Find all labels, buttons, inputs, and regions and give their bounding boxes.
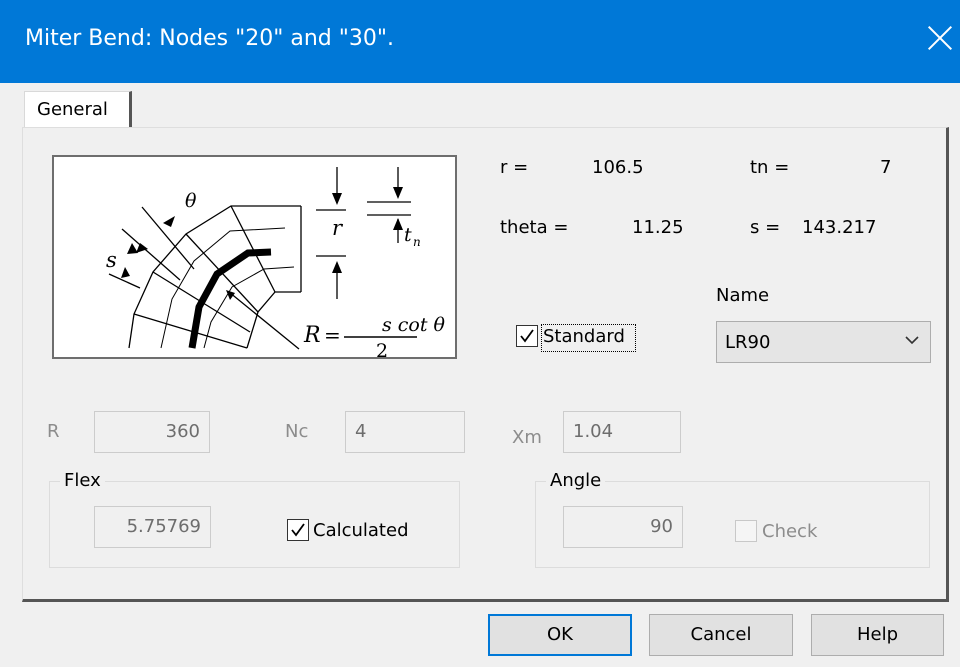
angle-field[interactable]: 90 [563, 506, 683, 548]
window-title: Miter Bend: Nodes "20" and "30". [25, 26, 394, 51]
calculated-label[interactable]: Calculated [313, 520, 409, 541]
name-select[interactable]: LR90 [716, 321, 931, 363]
check-icon [291, 523, 305, 537]
Nc-field-label: Nc [285, 421, 309, 442]
flex-group-label: Flex [60, 470, 105, 491]
formula-numerator: s cot θ [382, 314, 446, 336]
check-checkbox[interactable] [735, 520, 757, 542]
theta-readout-value: 11.25 [632, 217, 684, 238]
flex-field[interactable]: 5.75769 [94, 506, 211, 548]
close-icon[interactable] [924, 22, 956, 54]
formula-denominator: 2 [376, 340, 388, 357]
calculated-checkbox[interactable] [287, 519, 309, 541]
r-label: r [332, 216, 344, 240]
miter-bend-figure: θ r t n s R s cot θ = 2 [106, 167, 446, 357]
cancel-button[interactable]: Cancel [649, 614, 793, 656]
tn-readout-value: 7 [880, 157, 892, 178]
theta-readout-label: theta = [500, 217, 569, 238]
tn-label: t [404, 224, 412, 246]
angle-group-label: Angle [546, 470, 606, 491]
R-field-label: R [47, 421, 60, 442]
check-icon [520, 329, 534, 343]
r-readout-value: 106.5 [592, 157, 644, 178]
ok-button[interactable]: OK [488, 614, 632, 656]
tab-general-label: General [37, 99, 108, 120]
title-bar: Miter Bend: Nodes "20" and "30". [0, 0, 960, 83]
check-label[interactable]: Check [762, 521, 817, 542]
standard-label[interactable]: Standard [543, 326, 625, 347]
s-readout-label: s = [750, 217, 781, 238]
R-label: R [303, 323, 321, 348]
help-button[interactable]: Help [811, 614, 944, 656]
tab-general[interactable]: General [24, 91, 132, 128]
R-field[interactable]: 360 [94, 411, 210, 453]
miter-bend-diagram: θ r t n s R s cot θ = 2 [52, 155, 457, 359]
Xm-field-label: Xm [512, 427, 542, 448]
theta-label: θ [185, 190, 197, 212]
tn-subscript: n [413, 235, 421, 249]
Nc-field[interactable]: 4 [345, 411, 465, 453]
Xm-field[interactable]: 1.04 [563, 411, 681, 453]
s-label: s [106, 248, 117, 272]
chevron-down-icon [905, 336, 919, 345]
tn-readout-label: tn = [750, 157, 790, 178]
r-readout-label: r = [500, 157, 529, 178]
equals-sign: = [324, 323, 341, 347]
standard-checkbox[interactable] [516, 325, 538, 347]
name-select-value: LR90 [725, 332, 771, 353]
s-readout-value: 143.217 [802, 217, 877, 238]
name-label: Name [716, 285, 770, 306]
